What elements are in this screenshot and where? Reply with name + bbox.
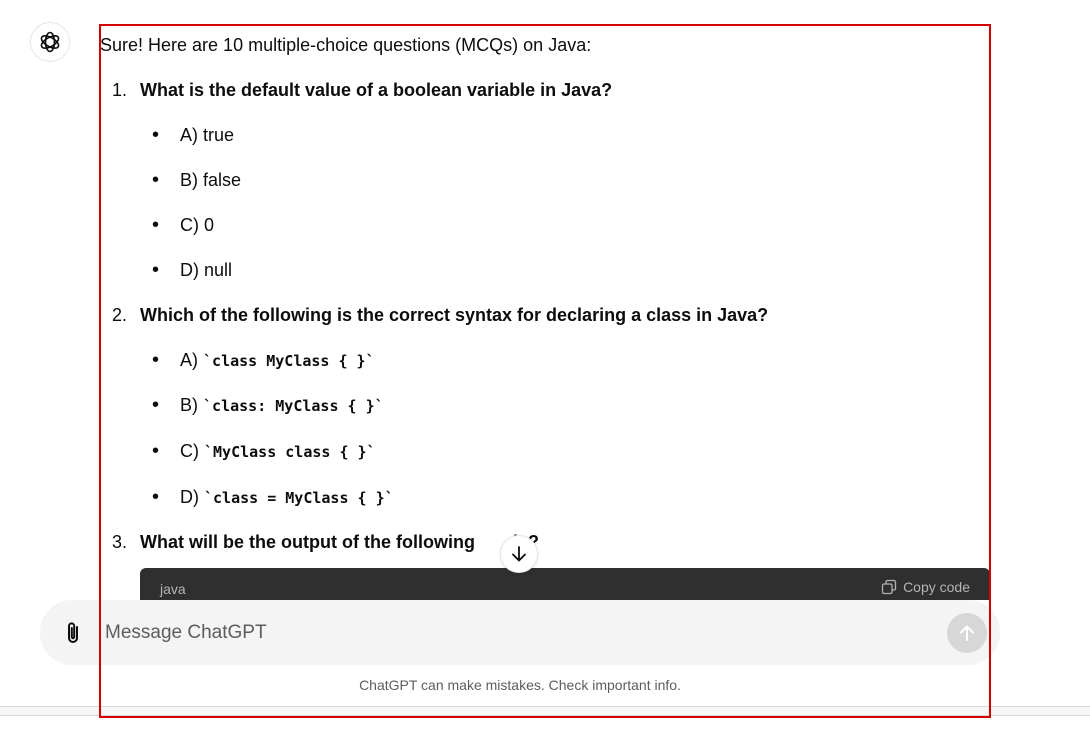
disclaimer-text: ChatGPT can make mistakes. Check importa…: [359, 677, 681, 693]
option-1b: • B) false: [152, 169, 242, 191]
option-1c: • C) 0: [152, 214, 215, 236]
message-composer: Message ChatGPT: [40, 600, 1000, 665]
option-2a: • A) `class MyClass { }`: [152, 349, 375, 371]
attach-file-button[interactable]: [62, 620, 84, 651]
question-1: 1. What is the default value of a boolean…: [112, 80, 613, 100]
copy-code-button[interactable]: Copy code: [881, 579, 970, 595]
arrow-down-icon: [512, 546, 526, 562]
message-intro: Sure! Here are 10 multiple-choice questi…: [100, 35, 592, 55]
assistant-avatar: [30, 22, 70, 62]
code-language-label: java: [160, 581, 186, 597]
option-2b: • B) `class: MyClass { }`: [152, 394, 384, 416]
option-1a: • A) true: [152, 124, 235, 146]
copy-code-label: Copy code: [903, 579, 970, 595]
question-3: 3. What will be the output of the followi…: [112, 532, 539, 552]
scroll-to-bottom-button[interactable]: [500, 535, 538, 573]
question-text: What is the default value of a boolean v…: [140, 80, 613, 100]
code-block-header: java Copy code: [140, 568, 990, 600]
message-input[interactable]: Message ChatGPT: [105, 622, 267, 644]
copy-icon: [881, 579, 897, 595]
question-2: 2. Which of the following is the correct …: [112, 305, 769, 325]
option-1d: • D) null: [152, 259, 233, 281]
bottom-divider: [0, 706, 1090, 716]
assistant-message: Sure! Here are 10 multiple-choice questi…: [100, 0, 990, 600]
arrow-up-icon: [960, 625, 974, 641]
option-2d: • D) `class = MyClass { }`: [152, 486, 394, 508]
question-text: Which of the following is the correct sy…: [140, 305, 769, 325]
option-2c: • C) `MyClass class { }`: [152, 440, 376, 462]
openai-logo-icon: [40, 31, 60, 53]
paperclip-icon: [68, 622, 78, 643]
question-text: What will be the output of the following: [140, 532, 475, 552]
send-button[interactable]: [947, 613, 987, 653]
